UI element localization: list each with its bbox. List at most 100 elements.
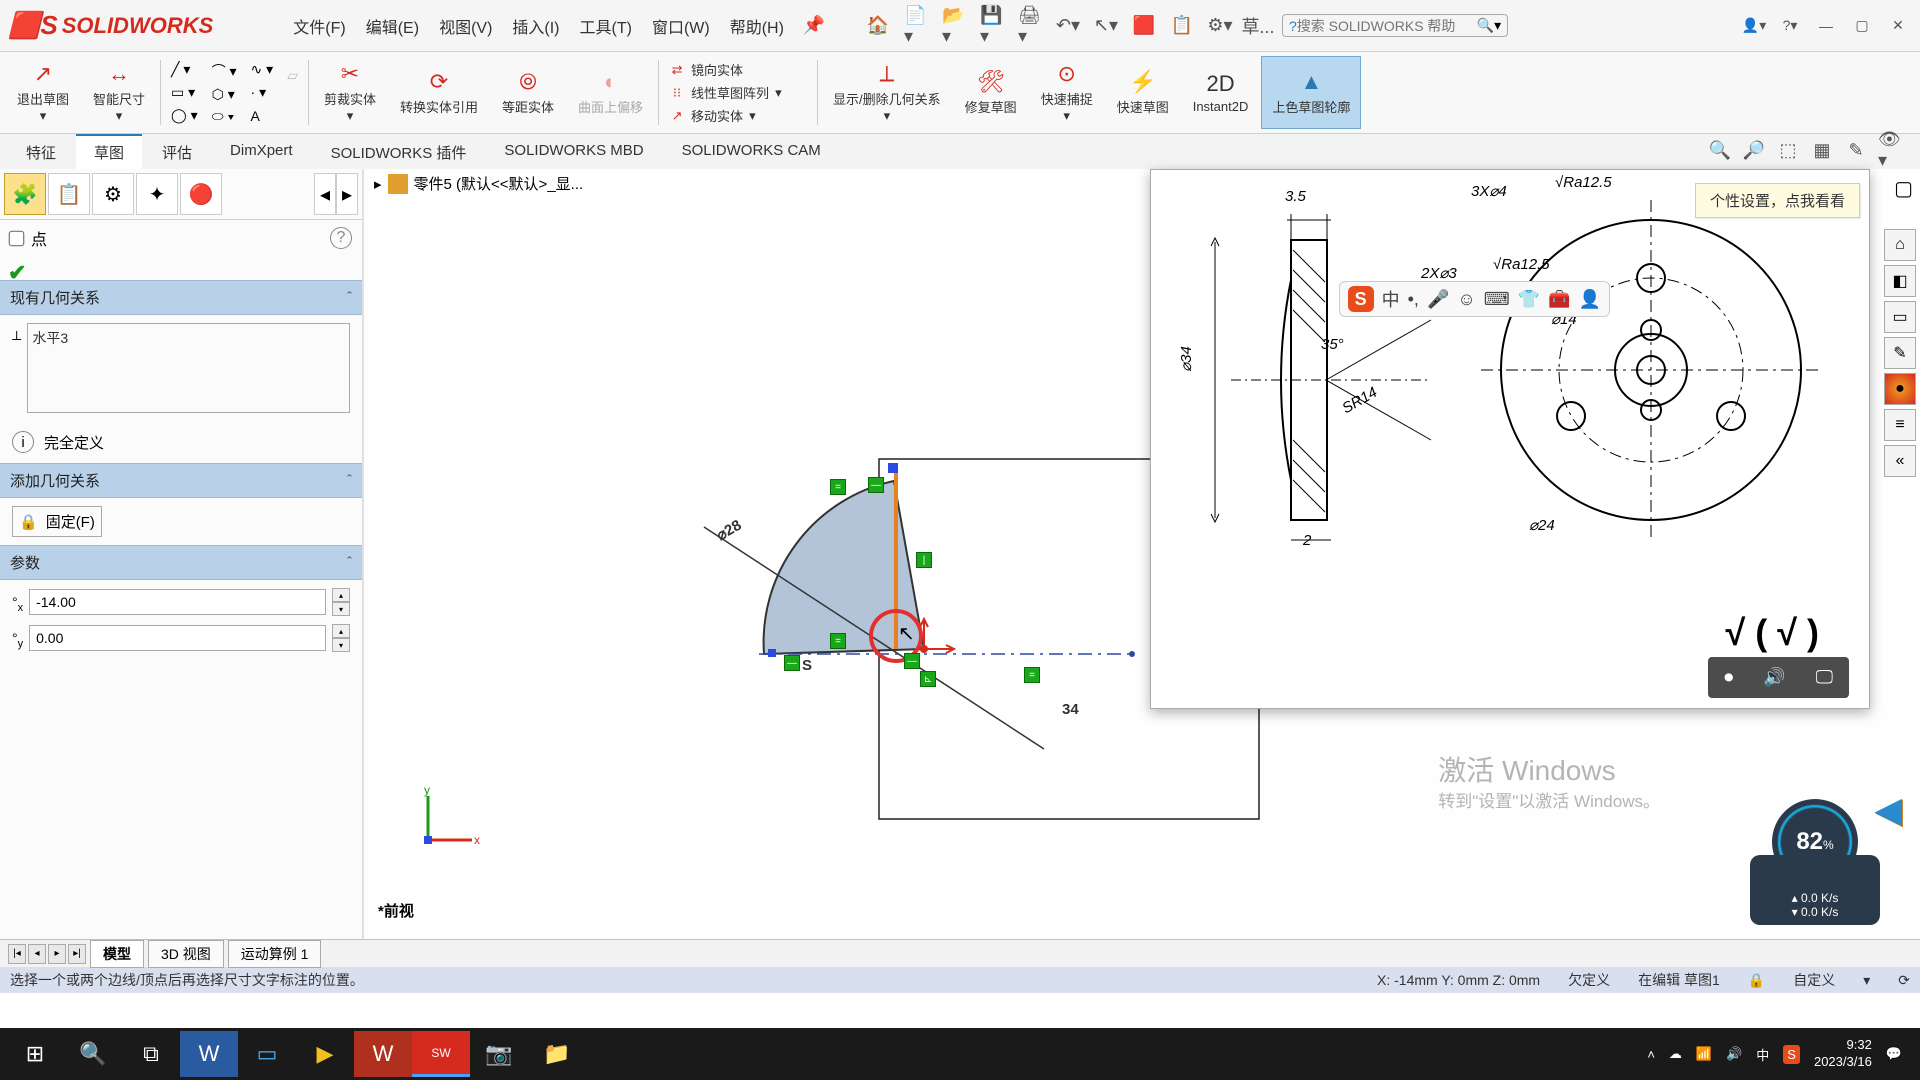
- start-button[interactable]: ⊞: [6, 1031, 64, 1077]
- tab-sketch[interactable]: 草图: [76, 134, 142, 169]
- taskbar-solidworks-icon[interactable]: SW: [412, 1031, 470, 1077]
- ime-lang-icon[interactable]: 中: [1382, 286, 1400, 312]
- bottom-tab-motion[interactable]: 运动算例 1: [228, 940, 322, 968]
- taskbar-search-icon[interactable]: 🔍: [64, 1031, 122, 1077]
- rapid-sketch-button[interactable]: ⚡快速草图: [1106, 56, 1180, 129]
- settings-icon[interactable]: ⚙▾: [1208, 14, 1232, 38]
- panel-help-icon[interactable]: ?: [330, 227, 352, 249]
- side-expand-icon[interactable]: «: [1884, 445, 1916, 477]
- open-icon[interactable]: 📂▾: [942, 14, 966, 38]
- options-icon[interactable]: 📋: [1170, 14, 1194, 38]
- tray-clock[interactable]: 9:322023/3/16: [1814, 1037, 1872, 1071]
- x-spin-up[interactable]: ▴: [332, 588, 350, 602]
- menu-view[interactable]: 视图(V): [439, 14, 492, 38]
- menu-tools[interactable]: 工具(T): [580, 14, 632, 38]
- sketch-dropdown[interactable]: 草...: [1246, 14, 1270, 38]
- instant2d-button[interactable]: 2DInstant2D: [1182, 56, 1260, 129]
- section-parameters[interactable]: 参数ˆ: [0, 545, 362, 580]
- taskbar-wps-icon[interactable]: W: [354, 1031, 412, 1077]
- ime-toolbox-icon[interactable]: 🧰: [1548, 289, 1570, 310]
- taskbar-camera-icon[interactable]: 📷: [470, 1031, 528, 1077]
- ime-punct-icon[interactable]: •,: [1408, 289, 1419, 310]
- relation-marker[interactable]: —: [868, 477, 884, 493]
- bottom-tab-3dview[interactable]: 3D 视图: [148, 940, 224, 968]
- rect-tool[interactable]: ▭ ▾: [171, 84, 198, 101]
- polygon-tool[interactable]: ⬡ ▾: [212, 86, 237, 103]
- zoom-fit-icon[interactable]: 🔍: [1708, 138, 1732, 162]
- tab-feature[interactable]: 特征: [8, 134, 74, 169]
- taskview-icon[interactable]: ⧉: [122, 1031, 180, 1077]
- dimension-s[interactable]: S: [802, 657, 812, 674]
- offset-button[interactable]: ⦾等距实体: [491, 56, 565, 129]
- tray-cloud-icon[interactable]: ☁: [1669, 1046, 1682, 1062]
- display-tab[interactable]: 🔴: [180, 173, 222, 215]
- view-orient-icon[interactable]: ⬚: [1776, 138, 1800, 162]
- property-tab[interactable]: 📋: [48, 173, 90, 215]
- ime-user-icon[interactable]: 👤: [1579, 289, 1601, 310]
- ime-floating-bar[interactable]: S 中 •, 🎤 ☺ ⌨ 👕 🧰 👤: [1339, 281, 1610, 317]
- relations-list[interactable]: 水平3: [27, 323, 350, 413]
- relation-marker[interactable]: =: [830, 633, 846, 649]
- prev-page-icon[interactable]: ◂: [314, 173, 336, 215]
- side-appearance-icon[interactable]: ●: [1884, 373, 1916, 405]
- section-add-relations[interactable]: 添加几何关系ˆ: [0, 463, 362, 498]
- breadcrumb-expand-icon[interactable]: ▸: [374, 175, 382, 193]
- ime-face-icon[interactable]: ☺: [1457, 289, 1475, 310]
- user-icon[interactable]: 👤▾: [1740, 15, 1768, 37]
- new-icon[interactable]: 📄▾: [904, 14, 928, 38]
- sogou-icon[interactable]: S: [1348, 286, 1374, 312]
- taskbar-media-icon[interactable]: ▶: [296, 1031, 354, 1077]
- tab-mbd[interactable]: SOLIDWORKS MBD: [486, 134, 661, 169]
- network-speed-widget[interactable]: 82% ▴ 0.0 K/s ▾ 0.0 K/s: [1750, 799, 1880, 925]
- close-icon[interactable]: ✕: [1884, 15, 1912, 37]
- side-cube-icon[interactable]: ◧: [1884, 265, 1916, 297]
- shaded-sketch-button[interactable]: ▲上色草图轮廓: [1261, 56, 1361, 129]
- move-button[interactable]: ↗移动实体 ▾: [669, 106, 807, 125]
- tray-notifications-icon[interactable]: 💬: [1886, 1046, 1902, 1062]
- relation-marker[interactable]: ⊾: [920, 671, 936, 687]
- save-icon[interactable]: 💾▾: [980, 14, 1004, 38]
- taskbar-app1-icon[interactable]: ▭: [238, 1031, 296, 1077]
- convert-button[interactable]: ⟳转换实体引用: [389, 56, 489, 129]
- hide-show-icon[interactable]: 👁 ▾: [1878, 138, 1902, 162]
- print-icon[interactable]: 🖨▾: [1018, 14, 1042, 38]
- x-spin-down[interactable]: ▾: [332, 602, 350, 616]
- side-home-icon[interactable]: ⌂: [1884, 229, 1916, 261]
- tray-volume-icon[interactable]: 🔊: [1726, 1046, 1742, 1062]
- bottom-tab-model[interactable]: 模型: [90, 940, 144, 968]
- minimize-icon[interactable]: —: [1812, 15, 1840, 37]
- tab-cam[interactable]: SOLIDWORKS CAM: [664, 134, 839, 169]
- overlay-screen-icon[interactable]: 🖵: [1816, 667, 1833, 688]
- menu-help[interactable]: 帮助(H): [730, 14, 784, 38]
- select-icon[interactable]: ↖▾: [1094, 14, 1118, 38]
- onface-button[interactable]: ◐曲面上偏移: [567, 56, 654, 129]
- x-value-input[interactable]: [29, 589, 326, 615]
- overlay-restore-icon[interactable]: ▢: [1894, 176, 1913, 201]
- tab-evaluate[interactable]: 评估: [144, 134, 210, 169]
- pin-icon[interactable]: 📌: [802, 14, 826, 38]
- zoom-area-icon[interactable]: 🔎: [1742, 138, 1766, 162]
- repair-button[interactable]: 🛠修复草图: [954, 56, 1028, 129]
- ellipse-tool[interactable]: ⬭ ▾: [212, 108, 237, 125]
- tab-addins[interactable]: SOLIDWORKS 插件: [313, 134, 485, 169]
- side-sheet-icon[interactable]: ▭: [1884, 301, 1916, 333]
- status-refresh-icon[interactable]: ⟳: [1898, 972, 1910, 989]
- tooltip-bubble[interactable]: 个性设置，点我看看: [1695, 183, 1860, 218]
- collapse-icon[interactable]: ˆ: [347, 472, 352, 489]
- dimxpert-tab[interactable]: ✦: [136, 173, 178, 215]
- tray-wifi-icon[interactable]: 📶: [1696, 1046, 1712, 1062]
- feature-tree-tab[interactable]: 🧩: [4, 173, 46, 215]
- quicksnap-button[interactable]: ⊙快速捕捉▾: [1030, 56, 1104, 129]
- tray-ime-label[interactable]: 中: [1756, 1045, 1769, 1064]
- undo-icon[interactable]: ↶▾: [1056, 14, 1080, 38]
- home-icon[interactable]: 🏠: [866, 14, 890, 38]
- collapse-icon[interactable]: ˆ: [347, 289, 352, 306]
- trim-button[interactable]: ✂剪裁实体▾: [313, 56, 387, 129]
- search-input[interactable]: [1297, 18, 1477, 34]
- status-custom[interactable]: 自定义: [1793, 970, 1835, 990]
- arc-tool[interactable]: ⌒ ▾: [212, 61, 237, 81]
- line-tool[interactable]: ╱ ▾: [171, 61, 198, 78]
- ime-voice-icon[interactable]: 🎤: [1427, 289, 1449, 310]
- relation-marker[interactable]: —: [904, 653, 920, 669]
- collapse-icon[interactable]: ˆ: [347, 554, 352, 571]
